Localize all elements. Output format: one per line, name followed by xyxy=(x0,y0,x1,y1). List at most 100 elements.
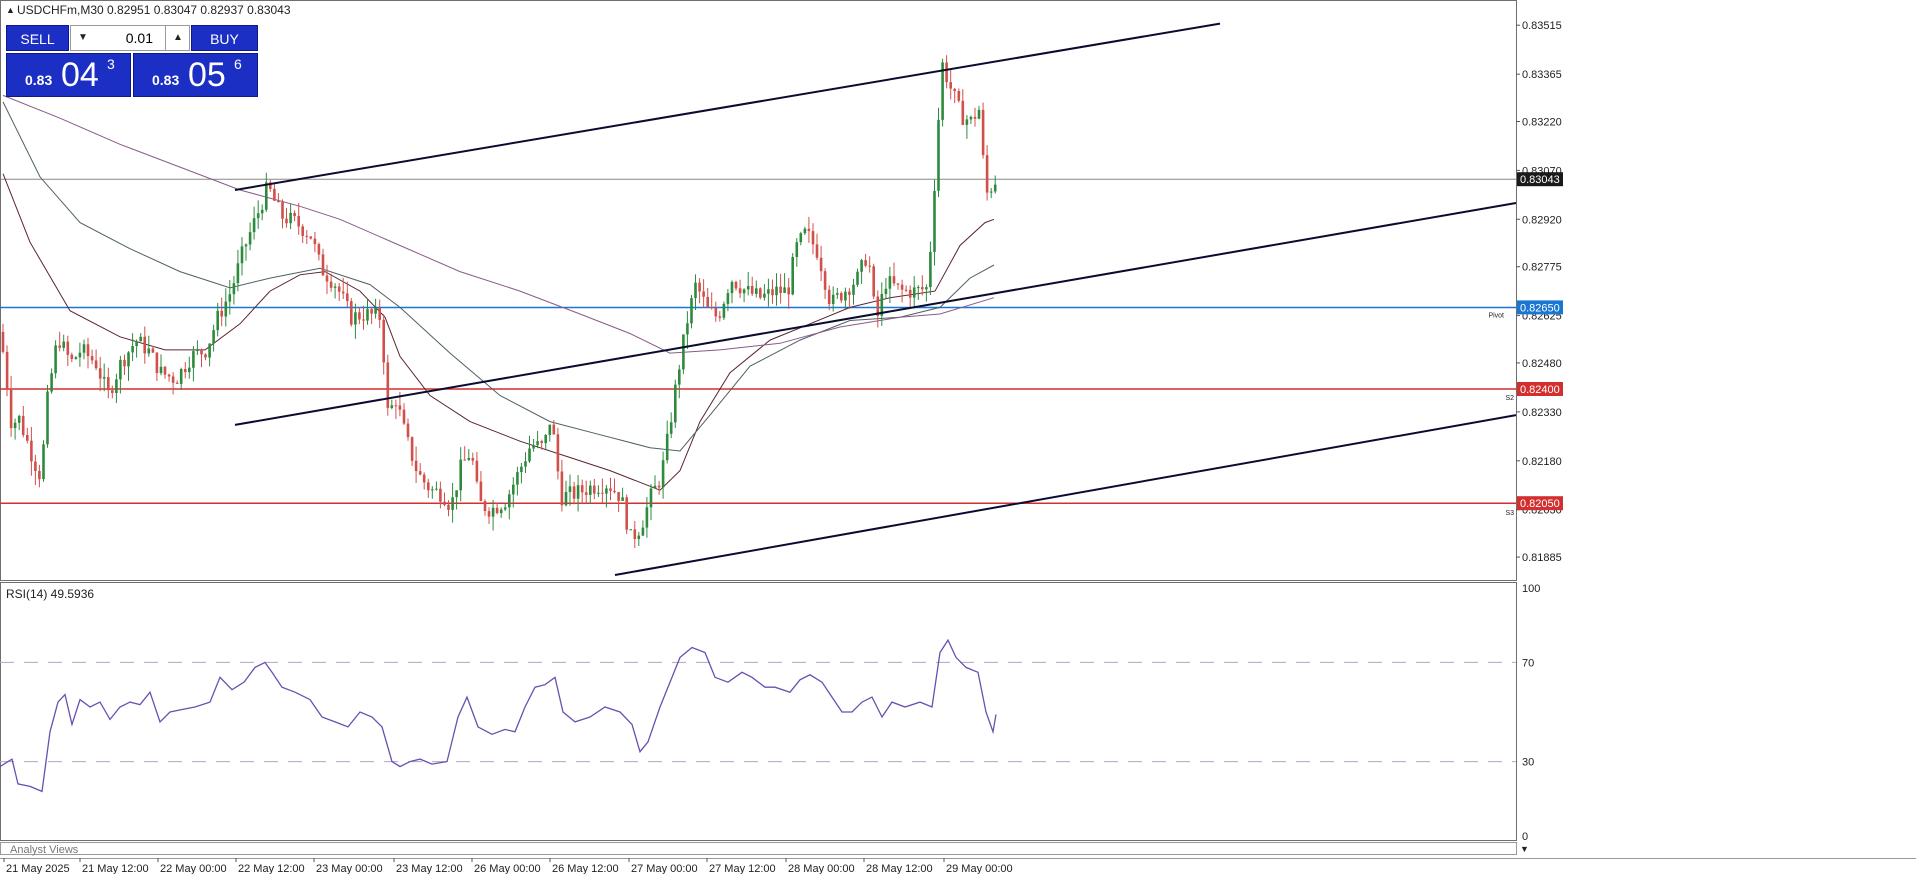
rsi-title: RSI(14) 49.5936 xyxy=(6,587,94,601)
chart-window[interactable]: Pivot S2 S3 ▲ USDCHFm,M30 0.82951 0.8304… xyxy=(0,0,1916,874)
candle-body xyxy=(5,351,9,389)
candle-body xyxy=(495,507,499,514)
candle xyxy=(337,283,341,301)
candle-body xyxy=(989,191,993,193)
chart-canvas[interactable]: Pivot S2 S3 ▲ USDCHFm,M30 0.82951 0.8304… xyxy=(0,0,1916,874)
candle-body xyxy=(512,484,515,495)
candle-body xyxy=(759,288,762,298)
candle xyxy=(34,454,37,485)
candle-body xyxy=(289,212,292,224)
candle xyxy=(803,226,807,235)
candle xyxy=(418,463,422,476)
candle-body xyxy=(682,334,685,370)
candle-body xyxy=(398,405,402,410)
candle xyxy=(147,335,151,357)
channel-line-2[interactable] xyxy=(234,202,1517,426)
candle-body xyxy=(925,287,928,290)
collapse-icon[interactable]: ▲ xyxy=(6,5,15,15)
candle-body xyxy=(135,341,138,346)
candle-body xyxy=(872,266,875,297)
pivot-label: Pivot xyxy=(1488,312,1504,319)
channel-trendlines[interactable] xyxy=(234,22,1517,576)
candle xyxy=(54,340,57,379)
price-axis[interactable]: 0.835150.833650.832200.830700.829200.827… xyxy=(1516,20,1562,564)
candle xyxy=(722,301,726,320)
candle-body xyxy=(657,485,661,488)
candle-body xyxy=(949,82,952,89)
candle xyxy=(98,356,102,392)
candle-body xyxy=(406,423,410,438)
analyst-views-tab[interactable]: Analyst Views xyxy=(10,844,79,856)
candle-body xyxy=(260,209,264,214)
candle-body xyxy=(783,287,786,293)
candle-body xyxy=(471,458,475,461)
price-tick-label: 0.82330 xyxy=(1522,407,1562,419)
candle xyxy=(366,298,369,325)
time-tick-label: 22 May 00:00 xyxy=(160,863,227,874)
candle xyxy=(455,490,458,510)
candle-body xyxy=(564,492,568,506)
candle-body xyxy=(410,437,414,461)
candle xyxy=(589,480,592,505)
candle-body xyxy=(993,184,997,192)
time-axis[interactable]: 21 May 2025 21 May 12:00 22 May 00:00 22 Ma… xyxy=(3,858,1013,874)
candle xyxy=(690,295,693,329)
candle-body xyxy=(917,287,920,289)
candle-body xyxy=(54,345,57,374)
candle-body xyxy=(325,275,329,282)
candle xyxy=(678,364,681,399)
volume-input[interactable] xyxy=(95,26,157,50)
candle-body xyxy=(702,291,705,297)
candle-body xyxy=(686,323,689,335)
buy-price-sup: 6 xyxy=(234,56,242,72)
channel-line-3[interactable] xyxy=(614,414,1517,576)
candle-body xyxy=(66,341,70,355)
rsi-axis: 100 70 30 0 xyxy=(1522,583,1540,843)
volume-up-icon[interactable]: ▲ xyxy=(165,26,190,50)
candle xyxy=(483,499,487,516)
candle xyxy=(301,224,304,243)
candle-body xyxy=(179,369,183,384)
candle xyxy=(293,210,296,222)
candle-body xyxy=(848,291,851,295)
candle xyxy=(175,380,179,384)
candle xyxy=(969,115,973,124)
time-tick-label: 23 May 00:00 xyxy=(316,863,383,874)
candle-body xyxy=(645,507,649,528)
time-tick-label: 27 May 12:00 xyxy=(709,863,776,874)
candle xyxy=(665,420,669,464)
volume-down-icon[interactable]: ▼ xyxy=(71,26,96,50)
candle-body xyxy=(933,190,936,252)
candle-body xyxy=(706,296,709,307)
buy-price-box[interactable]: 0.83 05 6 xyxy=(133,53,258,97)
scroll-down-icon[interactable]: ▼ xyxy=(1520,844,1529,854)
candle-body xyxy=(844,291,847,301)
candle-body xyxy=(775,286,778,296)
candle-body xyxy=(317,244,321,255)
candle xyxy=(593,479,596,500)
candle-body xyxy=(414,460,418,472)
candle-body xyxy=(277,200,280,203)
candle xyxy=(163,366,167,379)
candle xyxy=(876,290,880,328)
channel-line-1[interactable] xyxy=(234,22,1221,191)
candle xyxy=(224,288,228,327)
current-price-badge-label: 0.83043 xyxy=(1520,174,1560,186)
buy-button[interactable]: BUY xyxy=(191,25,258,51)
sell-button[interactable]: SELL xyxy=(6,25,69,51)
candle-body xyxy=(678,369,681,385)
candle-body xyxy=(584,492,588,495)
candle-body xyxy=(961,100,965,125)
candle xyxy=(212,324,215,352)
candle xyxy=(544,434,547,449)
candle-body xyxy=(370,309,373,314)
candle-body xyxy=(589,485,592,495)
sell-price-box[interactable]: 0.83 04 3 xyxy=(6,53,131,97)
price-tick-label: 0.83515 xyxy=(1522,20,1562,32)
candle xyxy=(548,424,552,442)
candle xyxy=(900,279,904,303)
candle-body xyxy=(248,232,252,245)
candle xyxy=(706,288,709,308)
candle-body xyxy=(394,405,398,407)
candle xyxy=(394,399,398,419)
